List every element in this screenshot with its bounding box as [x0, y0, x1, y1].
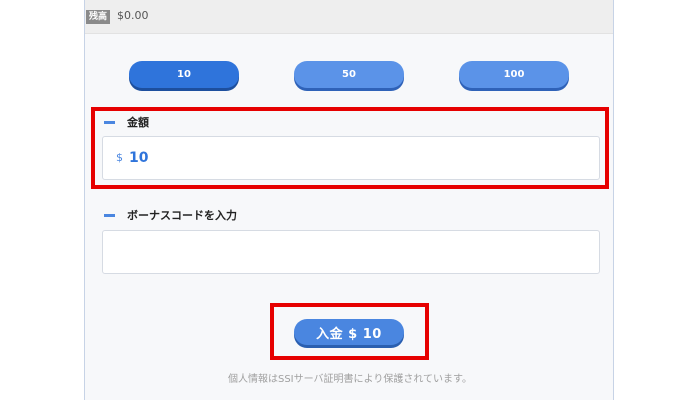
ssl-note: 個人情報はSSIサーバ証明書により保護されています。	[227, 374, 473, 385]
preset-amount-button-50[interactable]: 50	[294, 61, 404, 88]
bonus-code-input[interactable]	[111, 239, 591, 265]
bonus-label: ボーナスコードを入力	[127, 209, 237, 222]
balance-value: $0.00	[117, 9, 149, 22]
balance-badge: 残高	[86, 10, 111, 24]
bonus-code-field[interactable]	[102, 230, 600, 274]
preset-amount-button-10[interactable]: 10	[129, 61, 239, 88]
amount-highlight-box	[91, 107, 609, 189]
deposit-highlight-box	[270, 303, 429, 360]
section-dash-icon	[104, 213, 115, 217]
balance-bar: 残高 $0.00	[85, 0, 613, 34]
bonus-section-title: ボーナスコードを入力	[104, 207, 237, 223]
preset-amount-button-100[interactable]: 100	[459, 61, 569, 88]
